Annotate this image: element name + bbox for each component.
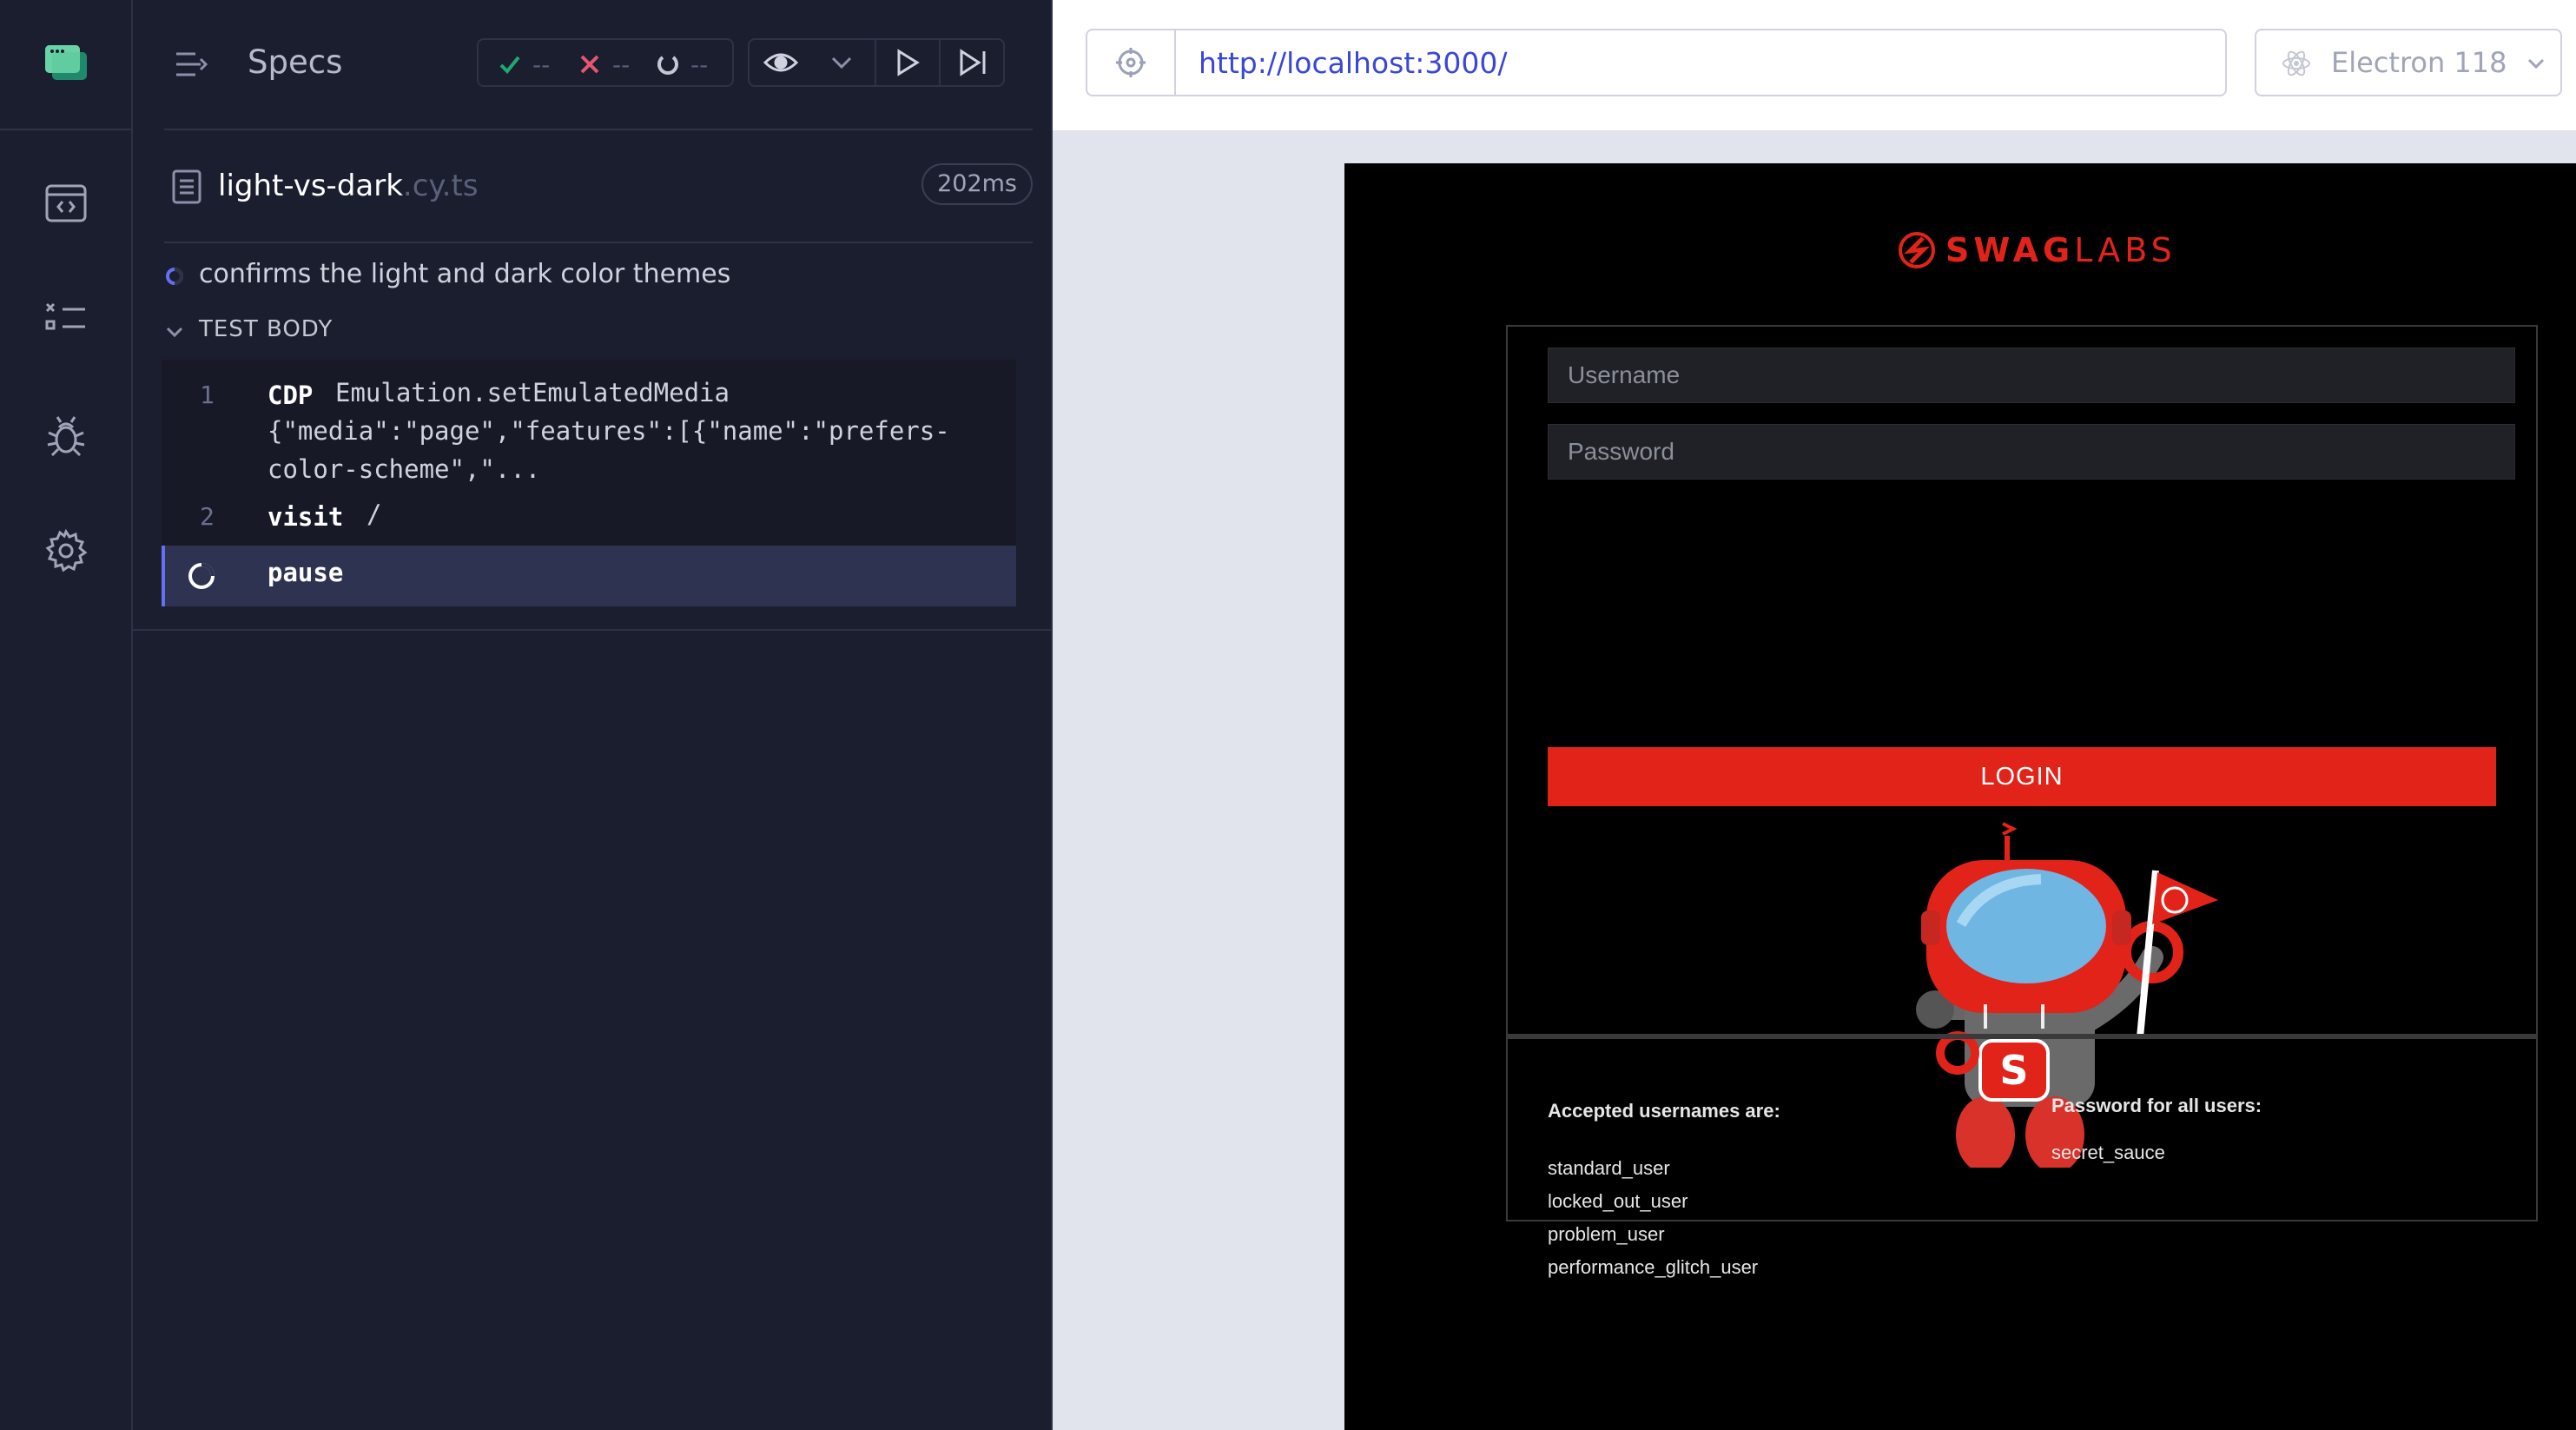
url-text[interactable]: http://localhost:3000/ — [1199, 46, 1507, 80]
command-number: 2 — [200, 502, 215, 531]
eye-icon — [763, 53, 798, 72]
x-icon — [580, 55, 599, 74]
username-input[interactable]: Username — [1548, 348, 2515, 403]
credentials-panel: Accepted usernames are: standard_user lo… — [1508, 1034, 2536, 1278]
brand-name: SWAGLABS — [1945, 231, 2176, 269]
username-item: standard_user — [1548, 1157, 1670, 1179]
cypress-app-icon[interactable] — [40, 38, 92, 90]
command-message: Emulation.setEmulatedMedia — [335, 378, 730, 407]
username-item: problem_user — [1548, 1223, 1665, 1245]
failed-count: -- — [612, 50, 631, 79]
aut-header: http://localhost:3000/ Electron 118 — [1053, 0, 2576, 130]
loading-spinner-icon — [188, 563, 215, 589]
specs-menu-icon[interactable] — [175, 49, 209, 80]
auto-scroll-button[interactable] — [750, 40, 812, 85]
next-step-button[interactable] — [939, 40, 1005, 85]
running-status-icon — [166, 268, 183, 285]
command-name: pause — [268, 558, 344, 587]
settings-gear-icon[interactable] — [40, 525, 92, 577]
controls-dropdown-button[interactable] — [812, 40, 871, 85]
brand-bold: SWAG — [1945, 231, 2075, 269]
chevron-down-icon — [831, 56, 852, 70]
play-icon — [897, 49, 920, 76]
command-name: CDP — [268, 381, 314, 410]
pending-stat: -- — [656, 49, 708, 80]
url-bar: http://localhost:3000/ — [1086, 29, 2227, 96]
duration-badge: 202ms — [921, 163, 1033, 205]
spec-file-row: light-vs-dark.cy.ts 202ms — [164, 130, 1033, 243]
pending-count: -- — [690, 50, 709, 79]
passed-count: -- — [532, 50, 551, 79]
spec-file-ext: .cy.ts — [402, 169, 479, 203]
password-input[interactable]: Password — [1548, 424, 2515, 480]
failed-stat: -- — [578, 49, 630, 80]
browser-label: Electron 118 — [2331, 46, 2507, 79]
test-body-label: TEST BODY — [199, 316, 334, 342]
pending-icon — [657, 56, 678, 75]
specs-title[interactable]: Specs — [248, 43, 342, 81]
logo-row — [0, 0, 131, 130]
command-row[interactable]: 1 CDP Emulation.setEmulatedMedia {"media… — [162, 360, 1016, 490]
brand-light: LABS — [2074, 231, 2176, 269]
command-number: 1 — [200, 381, 215, 409]
runs-list-icon[interactable] — [40, 294, 92, 346]
check-icon — [499, 56, 520, 74]
aut-panel: http://localhost:3000/ Electron 118 SWAG… — [1053, 0, 2576, 1430]
spec-file-base: light-vs-dark — [218, 169, 403, 203]
spec-file-name[interactable]: light-vs-dark.cy.ts — [218, 169, 479, 203]
swag-logo-icon — [1899, 232, 1935, 268]
reporter-divider — [133, 629, 1051, 631]
test-body-toggle[interactable]: TEST BODY — [164, 314, 1033, 349]
command-name: visit — [268, 502, 344, 532]
test-stats: -- -- -- — [477, 38, 734, 87]
password-value: secret_sauce — [2051, 1142, 2165, 1163]
debug-bug-icon[interactable] — [40, 410, 92, 462]
username-item: locked_out_user — [1548, 1190, 1688, 1212]
command-row-active[interactable]: pause — [162, 546, 1016, 606]
swag-labs-logo: SWAGLABS — [1897, 226, 2176, 275]
browser-selector[interactable]: Electron 118 — [2255, 29, 2562, 96]
reporter-header: Specs -- -- -- — [164, 0, 1033, 130]
command-message: / — [367, 500, 382, 529]
test-title-row[interactable]: confirms the light and dark color themes — [164, 259, 1033, 294]
step-forward-icon — [960, 49, 986, 76]
usernames-heading: Accepted usernames are: — [1548, 1100, 1780, 1122]
nav-rail — [0, 0, 133, 1430]
reporter-panel: Specs -- -- -- light-vs-dark.cy.ts 202ms… — [133, 0, 1051, 1430]
command-row[interactable]: 2 visit / — [162, 490, 1016, 544]
chevron-down-icon — [166, 327, 183, 338]
passed-stat: -- — [498, 49, 550, 80]
specs-browser-icon[interactable] — [40, 177, 92, 229]
login-container: Username Password LOGIN S Accepted usern… — [1506, 325, 2538, 1278]
login-button[interactable]: LOGIN — [1548, 747, 2496, 806]
selector-playground-button[interactable] — [1087, 30, 1176, 95]
crosshair-icon — [1116, 48, 1146, 77]
password-heading: Password for all users: — [2051, 1095, 2262, 1116]
test-title: confirms the light and dark color themes — [199, 259, 731, 289]
credentials-divider — [1508, 1034, 2536, 1039]
resume-button[interactable] — [875, 40, 939, 85]
command-message-cont: color-scheme","... — [268, 454, 541, 484]
file-icon — [172, 169, 201, 204]
chevron-down-icon — [2527, 58, 2545, 70]
username-item: performance_glitch_user — [1548, 1256, 1759, 1278]
aut-viewport: SWAGLABS Username Password LOGIN S Accep… — [1344, 163, 2576, 1430]
run-controls — [748, 38, 1005, 87]
command-message-cont: {"media":"page","features":[{"name":"pre… — [268, 416, 950, 446]
electron-icon — [2282, 50, 2310, 76]
